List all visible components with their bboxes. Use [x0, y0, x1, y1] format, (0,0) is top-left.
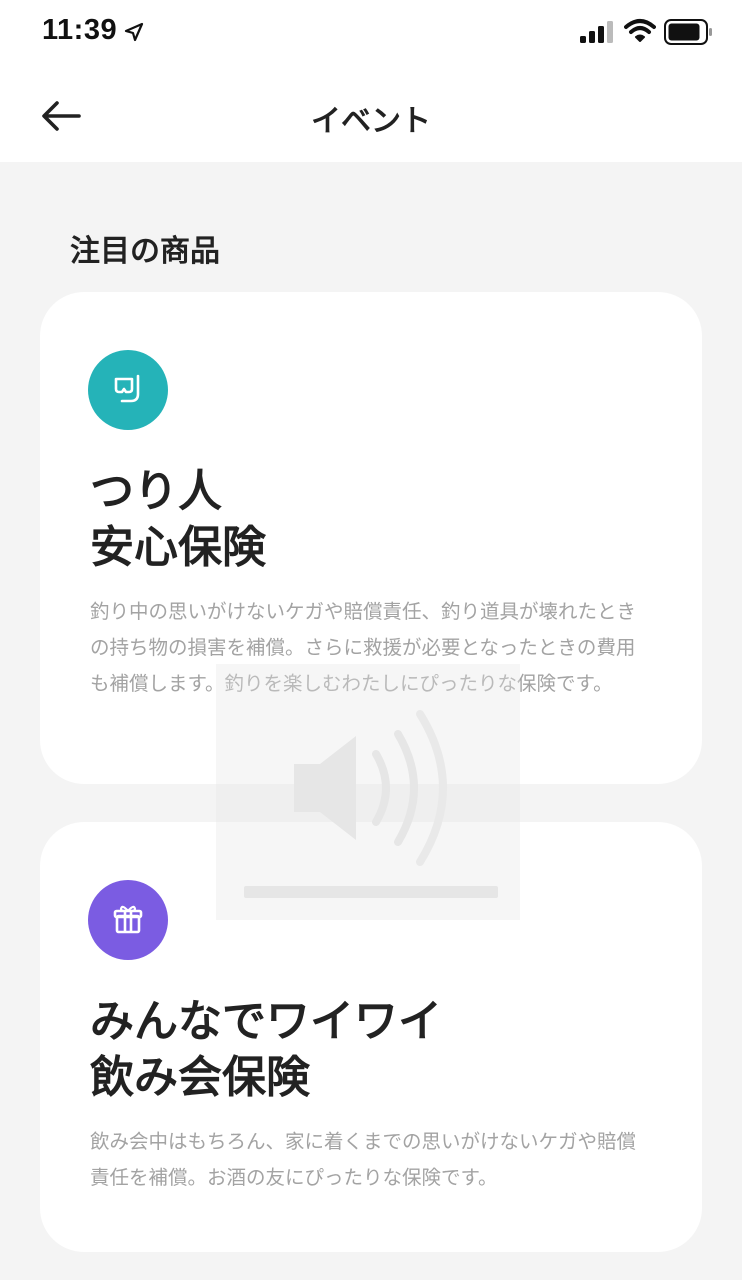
product-description: 釣り中の思いがけないケガや賠償責任、釣り道具が壊れたときの持ち物の損害を補償。さ… — [90, 600, 637, 695]
snorkel-mask-icon — [114, 374, 140, 403]
product-title-line-2: 飲み会保険 — [90, 1052, 310, 1103]
product-title-line-2: 安心保険 — [90, 522, 266, 573]
gift-box-icon — [113, 905, 143, 934]
status-time: 11:39 — [42, 14, 118, 46]
product-icon-badge — [88, 350, 168, 430]
product-description: 飲み会中はもちろん、家に着くまでの思いがけないケガや賠償責任を補償。お酒の友にぴ… — [90, 1130, 637, 1189]
navigation-bar: イベント — [0, 66, 742, 162]
product-card-fishing-insurance[interactable]: つり人 安心保険 釣り中の思いがけないケガや賠償責任、釣り道具が壊れたときの持ち… — [40, 292, 702, 784]
product-title: つり人 安心保険 — [90, 464, 670, 576]
product-title-line-1: みんなでワイワイ — [90, 996, 442, 1047]
cellular-signal-icon — [580, 21, 613, 43]
status-bar: 11:39 — [0, 0, 742, 66]
section-title: 注目の商品 — [70, 234, 220, 269]
product-title-line-1: つり人 — [90, 466, 222, 517]
wifi-icon — [624, 19, 656, 42]
product-title: みんなでワイワイ 飲み会保険 — [90, 994, 670, 1106]
product-card-drinking-party-insurance[interactable]: みんなでワイワイ 飲み会保険 飲み会中はもちろん、家に着くまでの思いがけないケガ… — [40, 822, 702, 1252]
battery-icon — [664, 19, 712, 45]
product-icon-badge — [88, 880, 168, 960]
page-title: イベント — [311, 104, 431, 139]
location-arrow-icon — [124, 22, 144, 42]
